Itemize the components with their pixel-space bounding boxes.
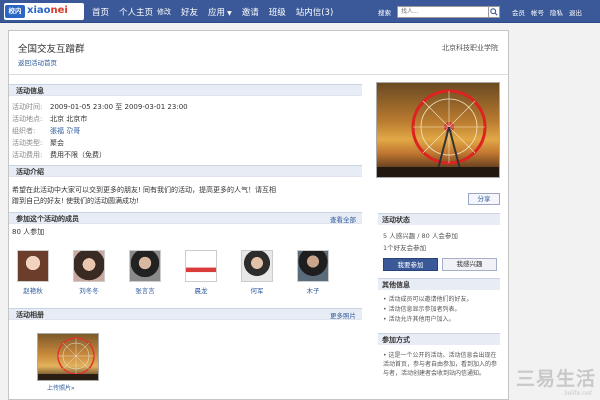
member-name[interactable]: 何军 <box>235 285 279 295</box>
account-links: 会员 帐号 隐私 退出 <box>512 0 588 23</box>
intro-text: 希望在此活动中大家可以交到更多的朋友! 同有我们的活动，提高更多的人气！请互相蹭… <box>12 186 277 205</box>
avatar[interactable] <box>129 250 161 282</box>
member-card[interactable]: 晨龙 <box>179 250 223 295</box>
event-header: 全国交友互蹭群 返回活动首页 北京科技职业学院 <box>9 31 508 75</box>
nav-messages[interactable]: 站内信(3) <box>296 6 334 18</box>
view-all-members-link[interactable]: 查看全部 <box>330 214 356 224</box>
page-title: 全国交友互蹭群 <box>18 44 85 55</box>
nav-profile[interactable]: 个人主页 <box>119 6 153 18</box>
avatar[interactable] <box>185 250 217 282</box>
member-card[interactable]: 刘冬冬 <box>67 250 111 295</box>
school-name: 北京科技职业学院 <box>442 44 498 52</box>
info-row-fee: 活动费用: 费用不限（免费） <box>12 151 106 159</box>
site-logo[interactable]: 校内 xiaonei <box>4 3 84 20</box>
avatar[interactable] <box>241 250 273 282</box>
search-label: 搜索 <box>378 8 391 17</box>
back-to-events-link[interactable]: 返回活动首页 <box>18 57 57 67</box>
section-title: 活动信息 <box>16 87 44 95</box>
album-photo[interactable] <box>37 333 99 381</box>
join-mode-header: 参加方式 <box>378 333 500 345</box>
join-event-button[interactable]: 我要参加 <box>383 258 438 271</box>
nav-class[interactable]: 班级 <box>269 6 286 18</box>
section-title: 活动相册 <box>16 311 44 319</box>
member-card[interactable]: 赵艳秋 <box>11 250 55 295</box>
nav-apps[interactable]: 应用 ▼ <box>208 6 232 18</box>
member-count: 80 人参加 <box>12 228 45 236</box>
info-row-organizer: 组织者: 張福 尕哥 <box>12 127 81 135</box>
info-row-time: 活动时间: 2009-01-05 23:00 至 2009-03-01 23:00 <box>12 103 188 111</box>
nav-friends[interactable]: 好友 <box>181 6 198 18</box>
organizer-link[interactable]: 張福 尕哥 <box>50 127 80 135</box>
logo-badge: 校内 <box>5 5 25 18</box>
ferris-wheel-image <box>377 89 499 177</box>
member-card[interactable]: 张言言 <box>123 250 167 295</box>
more-photos-link[interactable]: 更多照片 <box>330 310 356 320</box>
status-header: 活动状态 <box>378 213 500 225</box>
other-info-item: • 活动信息显示参加者列表。 <box>383 306 461 313</box>
friends-attending: 1个好友会参加 <box>383 244 427 252</box>
watermark-url: 3elife.net <box>563 390 592 397</box>
nav-home[interactable]: 首页 <box>92 6 109 18</box>
top-navigation-bar: 校内 xiaonei 首页 个人主页 修改 好友 应用 ▼ 邀请 班级 站内信(3… <box>0 0 600 23</box>
search-button[interactable] <box>489 5 500 18</box>
section-title: 活动状态 <box>382 216 410 224</box>
share-button[interactable]: 分享 <box>468 193 500 205</box>
section-title: 参加这个活动的成员 <box>16 215 79 223</box>
info-row-location: 活动地点: 北京 北京市 <box>12 115 88 123</box>
member-name[interactable]: 晨龙 <box>179 285 223 295</box>
member-card[interactable]: 木子 <box>291 250 335 295</box>
nav-invite[interactable]: 邀请 <box>242 6 259 18</box>
search-icon <box>490 7 498 16</box>
section-members-header: 参加这个活动的成员 查看全部 <box>9 212 362 224</box>
chevron-down-icon: ▼ <box>227 9 232 17</box>
section-info-header: 活动信息 <box>9 84 362 96</box>
ferris-wheel-image <box>38 337 98 380</box>
avatar[interactable] <box>73 250 105 282</box>
other-info-header: 其他信息 <box>378 278 500 290</box>
member-name[interactable]: 刘冬冬 <box>67 285 111 295</box>
member-name[interactable]: 赵艳秋 <box>11 285 55 295</box>
info-row-type: 活动类型: 聚会 <box>12 139 64 147</box>
section-title: 其他信息 <box>382 281 410 289</box>
watermark: 三易生活 3elife.net <box>505 362 600 400</box>
member-name[interactable]: 木子 <box>291 285 335 295</box>
member-name[interactable]: 张言言 <box>123 285 167 295</box>
section-intro-header: 活动介绍 <box>9 165 362 177</box>
search-area: 搜索 <box>378 5 500 18</box>
link-logout[interactable]: 退出 <box>569 7 582 17</box>
join-mode-text: • 这是一个公开的活动。活动信息会出现在活动首页，参与者自由参加，看到加入的参与… <box>383 352 498 377</box>
event-cover-photo[interactable] <box>376 82 500 178</box>
avatar[interactable] <box>297 250 329 282</box>
section-album-header: 活动相册 更多照片 <box>9 308 362 320</box>
section-title: 活动介绍 <box>16 168 44 176</box>
status-counts: 5 人感兴趣 / 80 人会参加 <box>383 232 458 240</box>
link-member[interactable]: 会员 <box>512 7 525 17</box>
logo-text: xiaonei <box>27 5 68 16</box>
watermark-text: 三易生活 <box>515 368 596 390</box>
search-input[interactable] <box>397 5 489 18</box>
interested-button[interactable]: 我感兴趣 <box>442 258 497 271</box>
link-privacy[interactable]: 隐私 <box>550 7 563 17</box>
avatar[interactable] <box>17 250 49 282</box>
upload-photo-link[interactable]: 上传照片» <box>47 383 75 392</box>
section-title: 参加方式 <box>382 336 410 344</box>
other-info-item: • 活动成员可以邀请他们的好友。 <box>383 296 473 303</box>
main-nav: 首页 个人主页 修改 好友 应用 ▼ 邀请 班级 站内信(3) <box>92 0 343 23</box>
other-info-item: • 活动允许其他用户加入。 <box>383 316 455 323</box>
member-card[interactable]: 何军 <box>235 250 279 295</box>
link-account[interactable]: 帐号 <box>531 7 544 17</box>
nav-edit[interactable]: 修改 <box>157 7 171 17</box>
